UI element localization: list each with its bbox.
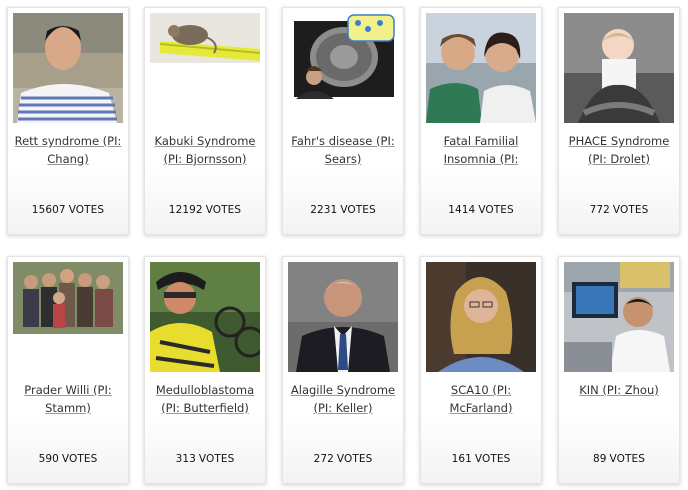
project-title[interactable]: PHACE Syndrome (PI: Drolet) (563, 132, 675, 168)
project-card-kin[interactable]: KIN (PI: Zhou) 89 VOTES (558, 256, 680, 484)
vote-count: 272 VOTES (313, 453, 373, 465)
project-photo[interactable] (288, 13, 398, 123)
project-title[interactable]: Medulloblastoma (PI: Butterfield) (149, 381, 261, 417)
project-card-prader-willi[interactable]: Prader Willi (PI: Stamm) 590 VOTES (7, 256, 129, 484)
project-title[interactable]: Fatal Familial Insomnia (PI: (425, 132, 537, 168)
project-card-alagille[interactable]: Alagille Syndrome (PI: Keller) 272 VOTES (282, 256, 404, 484)
project-card-fahr[interactable]: Fahr's disease (PI: Sears) 2231 VOTES (282, 7, 404, 235)
project-photo[interactable] (288, 262, 398, 372)
project-card-ffi[interactable]: Fatal Familial Insomnia (PI: 1414 VOTES (420, 7, 542, 235)
vote-count: 772 VOTES (589, 204, 649, 216)
project-title[interactable]: Alagille Syndrome (PI: Keller) (287, 381, 399, 417)
project-title[interactable]: Kabuki Syndrome (PI: Bjornsson) (149, 132, 261, 168)
project-title[interactable]: KIN (PI: Zhou) (563, 381, 675, 399)
project-photo[interactable] (13, 13, 123, 123)
project-card-phace[interactable]: PHACE Syndrome (PI: Drolet) 772 VOTES (558, 7, 680, 235)
vote-count: 15607 VOTES (31, 204, 105, 216)
project-title[interactable]: Fahr's disease (PI: Sears) (287, 132, 399, 168)
project-photo[interactable] (426, 13, 536, 123)
project-card-rett[interactable]: Rett syndrome (PI: Chang) 15607 VOTES (7, 7, 129, 235)
project-photo[interactable] (564, 262, 674, 372)
project-card-medulloblastoma[interactable]: Medulloblastoma (PI: Butterfield) 313 VOT… (144, 256, 266, 484)
vote-count: 12192 VOTES (168, 204, 242, 216)
project-photo[interactable] (564, 13, 674, 123)
vote-count: 2231 VOTES (310, 204, 376, 216)
project-photo[interactable] (150, 262, 260, 372)
project-title[interactable]: SCA10 (PI: McFarland) (425, 381, 537, 417)
vote-count: 1414 VOTES (448, 204, 514, 216)
vote-count: 313 VOTES (175, 453, 235, 465)
vote-count: 89 VOTES (592, 453, 646, 465)
project-photo[interactable] (426, 262, 536, 372)
project-photo[interactable] (13, 262, 123, 372)
project-title[interactable]: Rett syndrome (PI: Chang) (12, 132, 124, 168)
project-photo[interactable] (150, 13, 260, 123)
project-card-kabuki[interactable]: Kabuki Syndrome (PI: Bjornsson) 12192 VOT… (144, 7, 266, 235)
vote-count: 161 VOTES (451, 453, 511, 465)
vote-count: 590 VOTES (38, 453, 98, 465)
project-title[interactable]: Prader Willi (PI: Stamm) (12, 381, 124, 417)
project-card-sca10[interactable]: SCA10 (PI: McFarland) 161 VOTES (420, 256, 542, 484)
